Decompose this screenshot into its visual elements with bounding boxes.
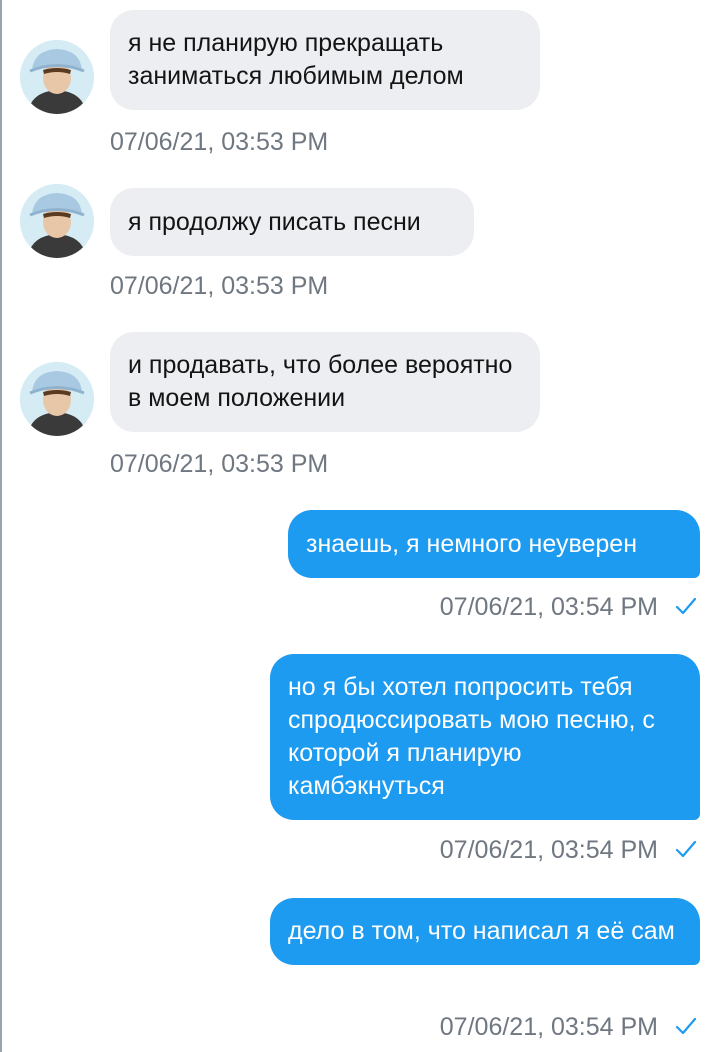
avatar[interactable] [20,40,94,114]
message-timestamp: 07/06/21, 03:54 PM [439,593,658,621]
message-bubble[interactable]: дело в том, что написал я её сам [270,898,700,965]
check-icon [675,1017,697,1035]
message-text: я не планирую прекращать заниматься люби… [128,29,464,90]
message-text: но я бы хотел попросить тебя спродюссиро… [288,673,655,800]
message-timestamp: 07/06/21, 03:54 PM [439,836,658,864]
message-text: знаешь, я немного неуверен [306,530,638,558]
message-bubble[interactable]: я продолжу писать песни [110,188,474,256]
avatar[interactable] [20,184,94,258]
message-bubble[interactable]: я не планирую прекращать заниматься люби… [110,10,540,110]
message-text: дело в том, что написал я её сам [288,917,675,945]
message-timestamp: 07/06/21, 03:53 PM [110,450,329,478]
message-text: я продолжу писать песни [128,208,421,236]
message-bubble[interactable]: и продавать, что более вероятно в моем п… [110,332,540,432]
message-timestamp: 07/06/21, 03:53 PM [110,128,329,156]
message-timestamp: 07/06/21, 03:54 PM [439,1013,658,1041]
message-text: и продавать, что более вероятно в моем п… [128,351,513,412]
check-icon [675,840,697,858]
avatar-image [20,184,94,258]
avatar-image [20,40,94,114]
message-bubble[interactable]: знаешь, я немного неуверен [288,510,700,578]
message-bubble[interactable]: но я бы хотел попросить тебя спродюссиро… [270,654,700,820]
avatar[interactable] [20,362,94,436]
window-edge [0,0,2,1052]
avatar-image [20,362,94,436]
message-timestamp: 07/06/21, 03:53 PM [110,272,329,300]
check-icon [675,597,697,615]
